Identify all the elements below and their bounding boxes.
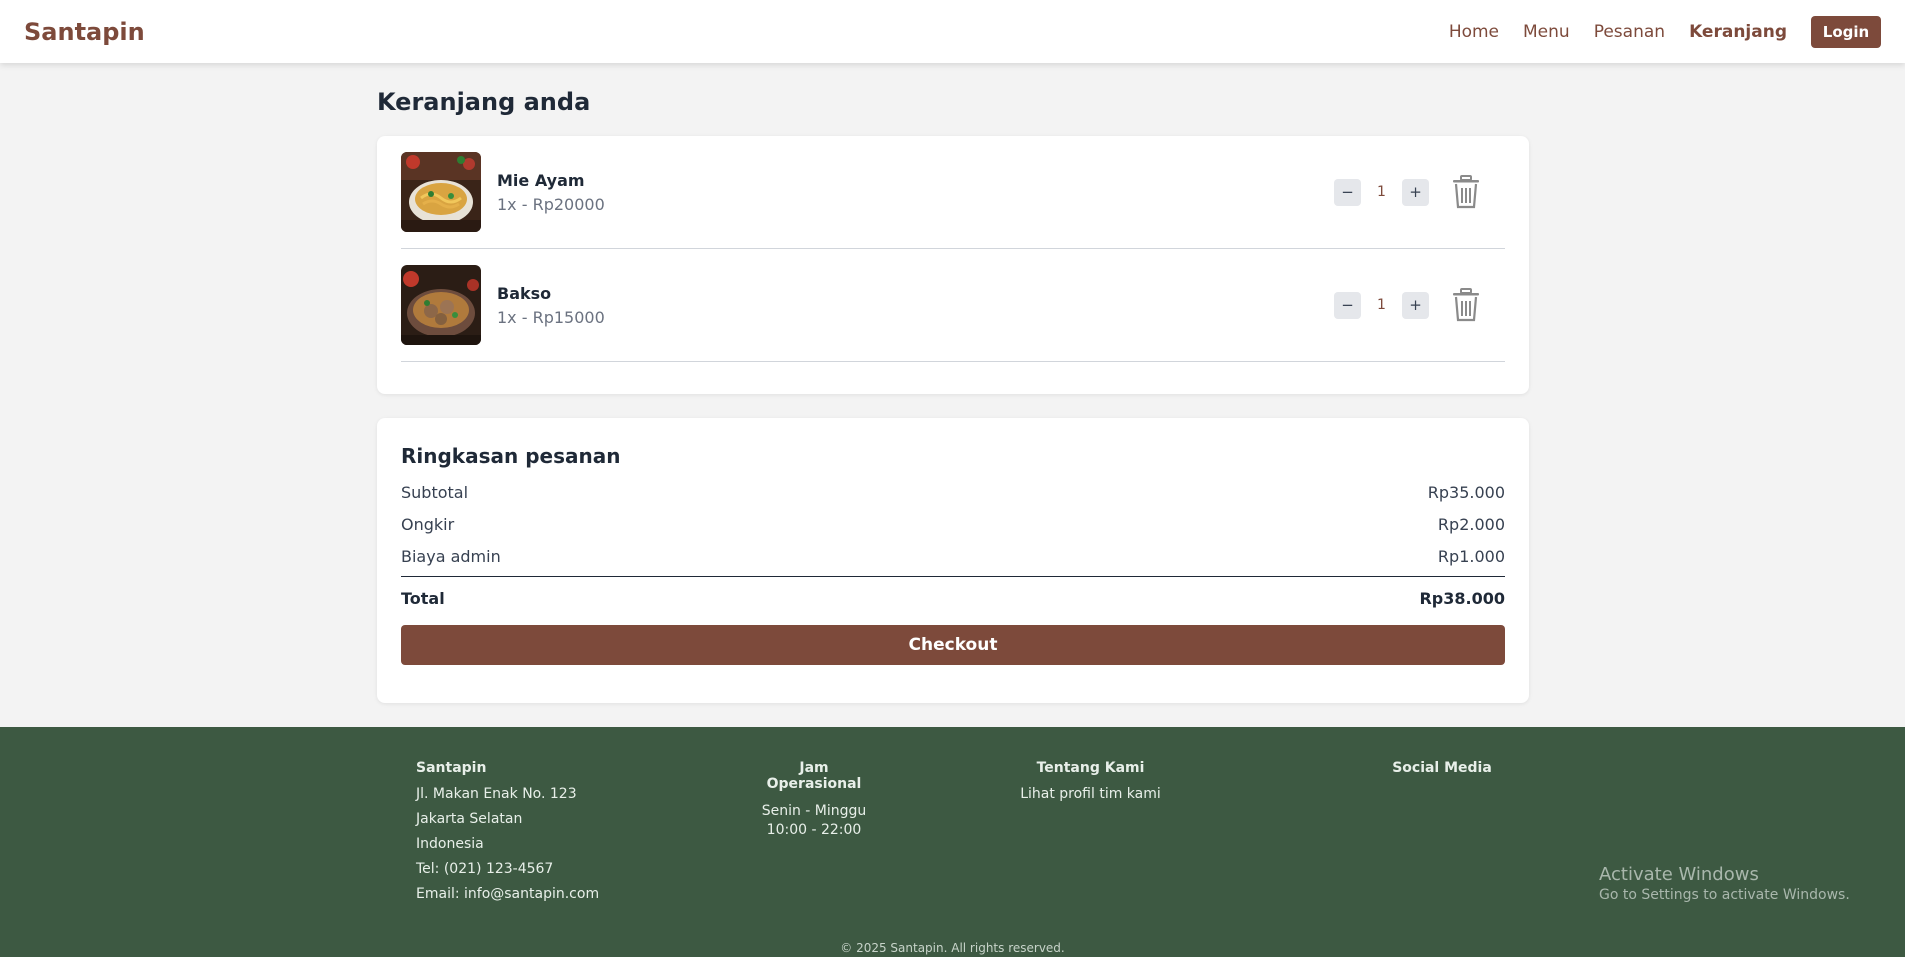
quantity-stepper: − 1 + [1334, 288, 1481, 322]
cart-card: Mie Ayam 1x - Rp20000 − 1 + Bakso 1x - R… [377, 136, 1529, 394]
copyright: © 2025 Santapin. All rights reserved. [840, 941, 1065, 955]
trash-icon[interactable] [1451, 288, 1481, 322]
footer-heading: Social Media [1392, 760, 1492, 776]
footer-heading: Tentang Kami [1036, 760, 1145, 776]
item-name: Bakso [497, 283, 552, 303]
summary-label: Ongkir [401, 514, 455, 534]
summary-title: Ringkasan pesanan [401, 444, 621, 468]
increase-button[interactable]: + [1402, 178, 1429, 206]
summary-label: Subtotal [401, 482, 469, 502]
trash-icon[interactable] [1451, 175, 1481, 209]
item-info: Bakso 1x - Rp15000 [497, 284, 605, 327]
total-label: Total [401, 588, 445, 608]
footer-col-santapin: Santapin Jl. Makan Enak No. 123 Jakarta … [416, 760, 599, 902]
footer-address-line: Jl. Makan Enak No. 123 [416, 786, 577, 802]
order-summary-card: Ringkasan pesanan Subtotal Rp35.000 Ongk… [377, 418, 1529, 703]
quantity-value: 1 [1377, 297, 1386, 313]
navbar: Santapin Home Menu Pesanan Keranjang Log… [0, 0, 1905, 63]
windows-activation-watermark: Activate Windows Go to Settings to activ… [1599, 864, 1850, 903]
nav-link-home[interactable]: Home [1449, 22, 1499, 42]
watermark-title: Activate Windows [1599, 864, 1759, 885]
team-profile-link[interactable]: Lihat profil tim kami [1017, 786, 1164, 802]
quantity-stepper: − 1 + [1334, 175, 1481, 209]
decrease-button[interactable]: − [1334, 178, 1361, 206]
item-detail: 1x - Rp20000 [497, 194, 605, 214]
summary-value: Rp1.000 [1437, 546, 1505, 566]
page-title: Keranjang anda [377, 88, 591, 116]
summary-divider [401, 576, 1505, 577]
footer-email-line: Email: info@santapin.com [416, 886, 600, 902]
cart-item: Bakso 1x - Rp15000 − 1 + [401, 249, 1505, 362]
footer-hours-time: 10:00 - 22:00 [766, 822, 862, 838]
item-detail: 1x - Rp15000 [497, 307, 605, 327]
total-value: Rp38.000 [1419, 588, 1505, 608]
footer-phone-line: Tel: (021) 123-4567 [416, 861, 554, 877]
summary-rows: Subtotal Rp35.000 Ongkir Rp2.000 Biaya a… [401, 476, 1505, 572]
footer-hours-days: Senin - Minggu [761, 803, 867, 819]
cart-item: Mie Ayam 1x - Rp20000 − 1 + [401, 136, 1505, 249]
footer-col-social: Social Media [1392, 760, 1492, 776]
quantity-value: 1 [1377, 184, 1386, 200]
mie-ayam-image [401, 152, 481, 232]
summary-row-subtotal: Subtotal Rp35.000 [401, 476, 1505, 508]
footer-heading: Jam Operasional [766, 760, 862, 792]
footer-col-hours: Jam Operasional Senin - Minggu 10:00 - 2… [753, 760, 875, 840]
decrease-button[interactable]: − [1334, 291, 1361, 319]
footer-city-line: Jakarta Selatan [416, 811, 523, 827]
nav-link-pesanan[interactable]: Pesanan [1594, 22, 1665, 42]
nav-link-menu[interactable]: Menu [1523, 22, 1570, 42]
footer-heading: Santapin [416, 760, 487, 776]
footer: Santapin Jl. Makan Enak No. 123 Jakarta … [0, 727, 1905, 957]
increase-button[interactable]: + [1402, 291, 1429, 319]
item-info: Mie Ayam 1x - Rp20000 [497, 171, 605, 214]
summary-row-admin: Biaya admin Rp1.000 [401, 540, 1505, 572]
checkout-button[interactable]: Checkout [401, 625, 1505, 665]
footer-col-about: Tentang Kami Lihat profil tim kami [1017, 760, 1164, 802]
summary-value: Rp35.000 [1427, 482, 1505, 502]
login-button[interactable]: Login [1811, 15, 1881, 48]
summary-label: Biaya admin [401, 546, 501, 566]
summary-value: Rp2.000 [1437, 514, 1505, 534]
nav-link-keranjang[interactable]: Keranjang [1689, 22, 1787, 42]
brand-logo[interactable]: Santapin [24, 18, 145, 46]
bakso-image [401, 265, 481, 345]
summary-total-row: Total Rp38.000 [401, 587, 1505, 609]
item-name: Mie Ayam [497, 170, 585, 190]
nav-links: Home Menu Pesanan Keranjang Login [1425, 15, 1881, 48]
footer-country-line: Indonesia [416, 836, 484, 852]
summary-row-ongkir: Ongkir Rp2.000 [401, 508, 1505, 540]
watermark-subtitle: Go to Settings to activate Windows. [1599, 887, 1850, 903]
